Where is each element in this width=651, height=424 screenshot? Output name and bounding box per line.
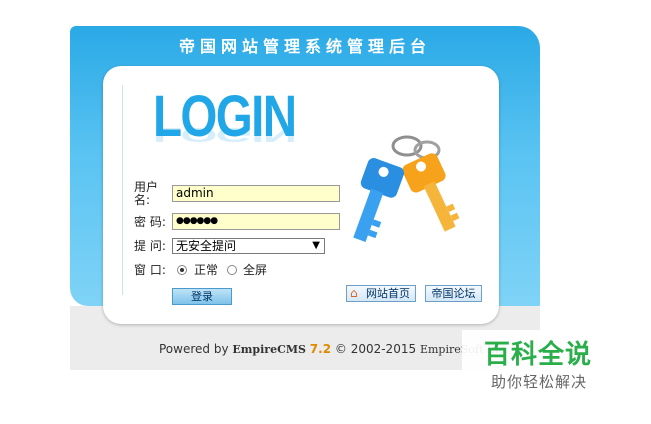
footer-product[interactable]: EmpireCMS <box>232 343 306 356</box>
password-field[interactable]: ●●●●●● <box>172 213 340 230</box>
footer-copyright: Powered by EmpireCMS 7.2 © 2002-2015 Emp… <box>159 342 508 356</box>
footer-version: 7.2 <box>309 342 332 356</box>
window-fullscreen-label[interactable]: 全屏 <box>243 264 267 277</box>
login-heading-reflection: LOGIN <box>153 123 296 147</box>
window-normal-label[interactable]: 正常 <box>194 264 218 277</box>
password-label: 密 码: <box>134 215 166 229</box>
dropdown-arrow-icon: ▼ <box>312 240 320 251</box>
window-label: 窗 口: <box>134 263 166 277</box>
home-icon: ⌂ <box>350 286 358 300</box>
page-title: 帝国网站管理系统管理后台 <box>178 37 431 56</box>
window-normal-radio[interactable] <box>177 265 187 275</box>
footer-powered-by: Powered by <box>159 342 229 356</box>
keys-icon <box>353 135 460 242</box>
question-select[interactable]: 无安全提问 ▼ <box>172 238 325 254</box>
watermark-title: 百科全说 <box>484 340 593 370</box>
question-select-value: 无安全提问 <box>176 239 237 253</box>
window-fullscreen-radio[interactable] <box>227 265 237 275</box>
site-home-button[interactable]: ⌂ 网站首页 <box>346 285 416 302</box>
forum-button[interactable]: 帝国论坛 <box>425 285 482 302</box>
username-label: 用户名: <box>134 180 159 207</box>
panel-divider <box>122 85 123 295</box>
username-field[interactable]: admin <box>172 185 340 202</box>
watermark-subtitle: 助你轻松解决 <box>491 373 588 391</box>
login-button[interactable]: 登录 <box>172 288 232 305</box>
footer-copyright-years: © 2002-2015 <box>334 342 417 356</box>
site-home-label: 网站首页 <box>366 287 410 300</box>
question-label: 提 问: <box>134 239 166 253</box>
